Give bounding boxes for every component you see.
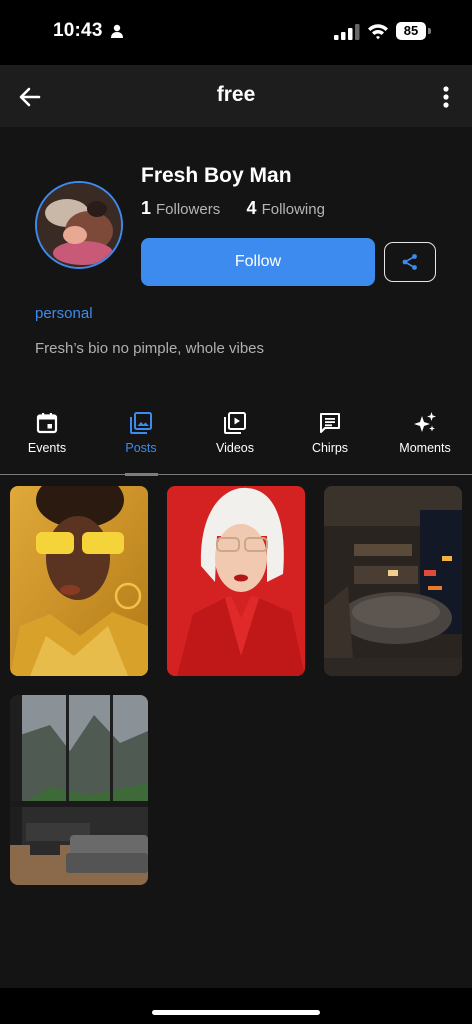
tab-chirps[interactable]: Chirps <box>283 402 377 474</box>
profile-screen: 10:43 85 free Fresh Boy Man 1 Followers … <box>0 0 472 1024</box>
status-time: 10:43 <box>53 20 103 41</box>
profile-bio: Fresh’s bio no pimple, whole vibes <box>35 340 265 357</box>
battery-icon: 85 <box>396 22 432 40</box>
page-title: free <box>216 83 256 106</box>
bottom-bar <box>0 988 472 1024</box>
tab-posts[interactable]: Posts <box>94 402 188 474</box>
followers-label: Followers <box>156 201 221 218</box>
tab-label: Events <box>27 441 67 455</box>
more-vertical-icon[interactable] <box>432 81 460 113</box>
message-icon <box>320 413 340 433</box>
following-stat[interactable]: 4 Following <box>246 198 325 218</box>
profile-name: Fresh Boy Man <box>141 164 292 187</box>
battery-level: 85 <box>396 22 426 40</box>
tab-label: Moments <box>399 441 451 455</box>
post-thumbnail[interactable] <box>10 695 148 885</box>
avatar[interactable] <box>35 181 123 269</box>
calendar-icon <box>36 413 58 434</box>
tab-videos[interactable]: Videos <box>188 402 282 474</box>
profile-stats: 1 Followers 4 Following <box>141 198 325 219</box>
person-icon <box>111 24 123 38</box>
profile-tabs: Events Posts Videos Chirps Moments <box>0 402 472 474</box>
video-library-icon <box>224 412 246 434</box>
tab-events[interactable]: Events <box>0 402 94 474</box>
status-bar: 10:43 85 <box>0 0 472 65</box>
sparkle-icon <box>414 412 436 432</box>
tabs-divider <box>0 474 472 475</box>
share-icon <box>402 254 417 270</box>
profile-tag[interactable]: personal <box>35 305 93 322</box>
tab-label: Posts <box>125 441 157 455</box>
follow-button[interactable]: Follow <box>141 238 375 286</box>
following-count: 4 <box>246 198 257 218</box>
share-button[interactable] <box>384 242 436 282</box>
photo-library-icon <box>130 412 152 434</box>
followers-stat[interactable]: 1 Followers <box>141 198 224 218</box>
tab-label: Videos <box>216 441 254 455</box>
home-indicator[interactable] <box>152 1010 320 1015</box>
followers-count: 1 <box>141 198 152 218</box>
post-thumbnail[interactable] <box>324 486 462 676</box>
wifi-icon <box>368 24 388 40</box>
battery-tip <box>428 28 431 34</box>
post-thumbnail[interactable] <box>10 486 148 676</box>
tab-label: Chirps <box>311 441 349 455</box>
app-bar: free <box>0 65 472 127</box>
signal-icon <box>334 24 360 40</box>
following-label: Following <box>261 201 325 218</box>
tab-moments[interactable]: Moments <box>378 402 472 474</box>
post-thumbnail[interactable] <box>167 486 305 676</box>
